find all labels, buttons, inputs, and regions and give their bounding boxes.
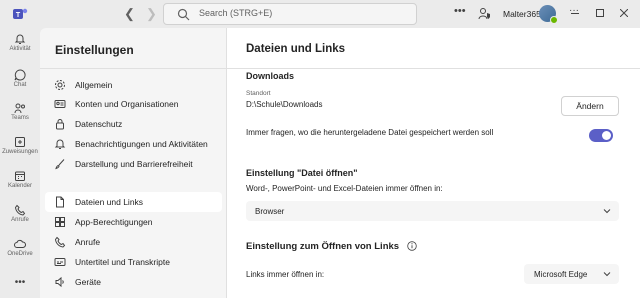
settings-item-app-permissions[interactable]: App-Berechtigungen xyxy=(45,212,222,232)
location-value: D:\Schule\Downloads xyxy=(246,100,323,109)
settings-item-captions[interactable]: Untertitel und Transkripte xyxy=(45,252,222,272)
chevron-left-icon[interactable]: ❮ xyxy=(124,6,135,22)
open-files-description: Word-, PowerPoint- und Excel-Dateien imm… xyxy=(246,184,443,193)
captions-icon xyxy=(54,258,66,266)
settings-item-notifications[interactable]: Benachrichtigungen und Aktivitäten xyxy=(45,134,222,154)
rail-item-calls[interactable]: Anrufe xyxy=(0,204,40,223)
info-icon[interactable] xyxy=(407,241,417,251)
chevron-down-icon xyxy=(603,209,611,214)
teams-icon xyxy=(14,103,25,114)
open-links-description: Links immer öffnen in: xyxy=(246,270,325,279)
rail-item-calendar[interactable]: Kalender xyxy=(0,170,40,189)
chat-icon xyxy=(14,69,26,81)
settings-panel: Einstellungen Allgemein Konten und Organ… xyxy=(40,28,226,298)
ask-download-label: Immer fragen, wo die heruntergeladene Da… xyxy=(246,128,494,137)
open-links-heading: Einstellung zum Öffnen von Links xyxy=(246,241,400,252)
settings-item-files-links[interactable]: Dateien und Links xyxy=(45,192,222,212)
search-icon xyxy=(177,8,190,21)
settings-item-general[interactable]: Allgemein xyxy=(45,75,222,95)
rail-item-assignments[interactable]: Zuweisungen xyxy=(0,136,40,155)
ask-download-toggle[interactable] xyxy=(589,129,613,142)
location-label: Standort xyxy=(246,90,271,97)
grid-icon xyxy=(55,217,65,227)
avatar[interactable] xyxy=(539,5,558,24)
rail-item-teams[interactable]: Teams xyxy=(0,102,40,121)
brush-icon xyxy=(55,159,65,170)
rail-item-more[interactable]: ••• xyxy=(0,276,40,288)
title-bar: T ❮ ❯ Search (STRG+E) ••• Malter365 ··· xyxy=(0,0,640,28)
cloud-icon xyxy=(14,239,26,248)
open-files-heading: Einstellung "Datei öffnen" xyxy=(246,168,358,178)
lock-icon xyxy=(56,119,64,130)
chevron-right-icon[interactable]: ❯ xyxy=(146,6,157,22)
search-input[interactable]: Search (STRG+E) xyxy=(163,3,417,25)
page-title: Dateien und Links xyxy=(246,43,346,55)
more-options-icon[interactable]: ••• xyxy=(454,5,466,17)
change-location-button[interactable]: Ändern xyxy=(561,96,619,116)
calendar-icon xyxy=(15,171,25,181)
app-rail: Aktivität Chat Teams Zuweisungen Kalende… xyxy=(0,28,40,298)
gear-icon xyxy=(55,80,65,90)
open-links-selected: Microsoft Edge xyxy=(534,270,588,279)
rail-item-chat[interactable]: Chat xyxy=(0,69,40,88)
settings-item-privacy[interactable]: Datenschutz xyxy=(45,114,222,134)
search-placeholder: Search (STRG+E) xyxy=(199,8,273,18)
assignments-icon xyxy=(15,137,25,147)
maximize-icon[interactable] xyxy=(596,9,604,17)
open-links-select[interactable]: Microsoft Edge xyxy=(524,264,619,284)
settings-item-appearance[interactable]: Darstellung und Barrierefreiheit xyxy=(45,154,222,174)
main-content: Dateien und Links Downloads Standort D:\… xyxy=(226,28,640,298)
rail-item-activity[interactable]: Aktivität xyxy=(0,33,40,52)
speaker-icon xyxy=(55,276,64,288)
org-name[interactable]: Malter365 xyxy=(503,9,541,19)
phone-icon xyxy=(14,204,26,216)
id-card-icon xyxy=(54,100,66,108)
teams-logo-icon: T xyxy=(13,8,28,19)
bell-icon xyxy=(14,34,26,44)
settings-title: Einstellungen xyxy=(55,43,134,57)
open-files-select[interactable]: Browser xyxy=(246,201,619,221)
phone-icon xyxy=(54,236,66,248)
settings-item-devices[interactable]: Geräte xyxy=(45,272,222,292)
close-icon[interactable] xyxy=(620,9,628,17)
rail-item-onedrive[interactable]: OneDrive xyxy=(0,238,40,257)
minimize-icon[interactable] xyxy=(571,13,579,15)
bell-icon xyxy=(54,139,66,149)
settings-item-calls[interactable]: Anrufe xyxy=(45,232,222,252)
toggle-knob xyxy=(602,131,611,140)
divider xyxy=(40,68,226,69)
admin-shield-icon[interactable] xyxy=(478,7,491,20)
downloads-heading: Downloads xyxy=(246,71,295,81)
settings-item-accounts[interactable]: Konten und Organisationen xyxy=(45,94,222,114)
more-icon: ••• xyxy=(14,277,26,288)
svg-text:T: T xyxy=(16,12,21,19)
status-badge xyxy=(550,16,558,24)
divider xyxy=(227,68,640,69)
chevron-down-icon xyxy=(603,272,611,277)
document-icon xyxy=(56,196,64,208)
open-files-selected: Browser xyxy=(255,207,285,216)
